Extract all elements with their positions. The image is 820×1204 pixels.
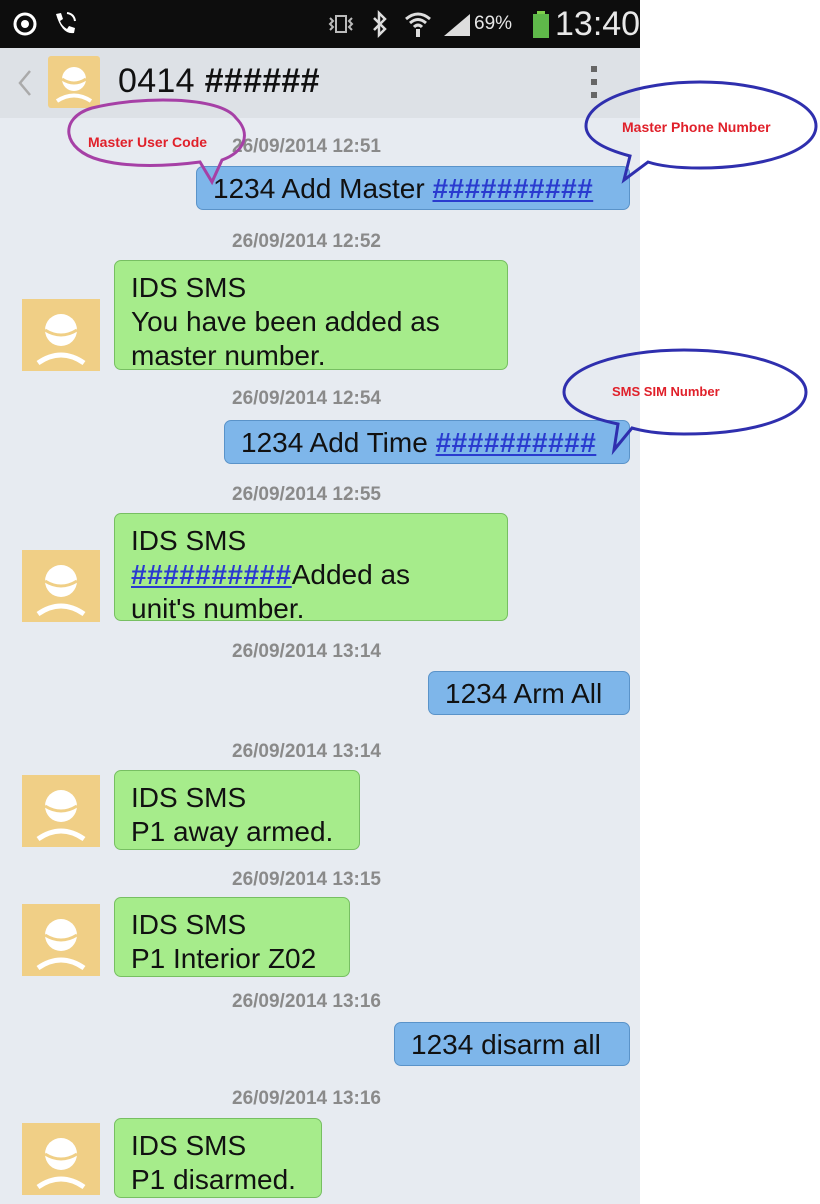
sent-message-bubble[interactable]: 1234 Add Master ##########: [196, 166, 630, 210]
contact-number-prefix: 0414: [118, 62, 195, 100]
message-timestamp: 26/09/2014 12:51: [232, 136, 381, 157]
signal-icon: [442, 0, 472, 48]
bluetooth-icon: [370, 0, 390, 48]
message-sender-line: IDS SMS: [131, 525, 247, 556]
message-timestamp: 26/09/2014 12:55: [232, 484, 381, 505]
received-message-bubble[interactable]: IDS SMS P1 Interior Z02: [114, 897, 350, 977]
conversation-header: 0414 ######: [0, 48, 640, 118]
message-timestamp: 26/09/2014 12:54: [232, 388, 381, 409]
message-text-line: unit's number.: [131, 593, 305, 624]
status-clock: 13:40: [555, 4, 640, 43]
contact-avatar-icon[interactable]: [48, 56, 100, 108]
message-text: 1234 disarm all: [411, 1029, 601, 1060]
message-text: 1234 Add Time: [241, 427, 436, 458]
vibrate-icon: [326, 0, 356, 48]
sent-message-bubble[interactable]: 1234 Arm All: [428, 671, 630, 715]
overflow-menu-icon[interactable]: [588, 62, 600, 107]
sent-message-bubble[interactable]: 1234 disarm all: [394, 1022, 630, 1066]
message-sender-line: IDS SMS: [131, 909, 247, 940]
received-message-bubble[interactable]: IDS SMS ##########Added as unit's number…: [114, 513, 508, 624]
message-timestamp: 26/09/2014 13:16: [232, 1088, 381, 1109]
message-text-line: master number.: [131, 340, 326, 371]
message-text: 1234 Add Master: [213, 173, 433, 204]
message-sender-line: IDS SMS: [131, 272, 247, 303]
message-text-line: You have been added as: [131, 306, 440, 337]
sender-avatar-icon: [22, 1123, 100, 1195]
status-bar: 69% 13:40: [0, 0, 640, 48]
message-text-line: P1 Interior Z02: [131, 943, 317, 974]
message-text-line: P1 away armed.: [131, 816, 334, 847]
back-chevron-icon[interactable]: [16, 65, 34, 106]
message-timestamp: 26/09/2014 13:14: [232, 641, 381, 662]
sender-avatar-icon: [22, 775, 100, 847]
battery-icon: [532, 0, 550, 48]
phone-screen: 69% 13:40 0414 ###### 26/09/2014 12:51 1…: [0, 0, 640, 1204]
received-message-bubble[interactable]: IDS SMS P1 away armed.: [114, 770, 360, 850]
message-sender-line: IDS SMS: [131, 782, 247, 813]
masked-number: ##########: [435, 427, 597, 458]
message-timestamp: 26/09/2014 13:14: [232, 741, 381, 762]
annotation-label: Master Phone Number: [622, 119, 771, 135]
sender-avatar-icon: [22, 299, 100, 371]
message-sender-line: IDS SMS: [131, 1130, 247, 1161]
sender-avatar-icon: [22, 904, 100, 976]
message-text-line: P1 disarmed.: [131, 1164, 296, 1195]
contact-number-masked: ######: [204, 62, 320, 100]
message-timestamp: 26/09/2014 13:16: [232, 991, 381, 1012]
wifi-icon: [404, 0, 432, 48]
contact-title[interactable]: 0414 ######: [118, 62, 320, 101]
message-text: 1234 Arm All: [445, 678, 603, 709]
received-message-bubble[interactable]: IDS SMS You have been added as master nu…: [114, 260, 508, 371]
battery-percent: 69%: [474, 13, 513, 34]
sent-message-bubble[interactable]: 1234 Add Time ##########: [224, 420, 630, 464]
received-message-bubble[interactable]: IDS SMS P1 disarmed.: [114, 1118, 322, 1198]
sender-avatar-icon: [22, 550, 100, 622]
message-text-line: ##########Added as: [131, 558, 495, 592]
message-timestamp: 26/09/2014 13:15: [232, 869, 381, 890]
message-text-fragment: Added as: [291, 559, 411, 590]
message-timestamp: 26/09/2014 12:52: [232, 231, 381, 252]
eye-icon: [12, 0, 38, 48]
masked-number: ##########: [131, 559, 292, 590]
masked-number: ##########: [432, 173, 594, 204]
call-icon: [50, 0, 80, 48]
